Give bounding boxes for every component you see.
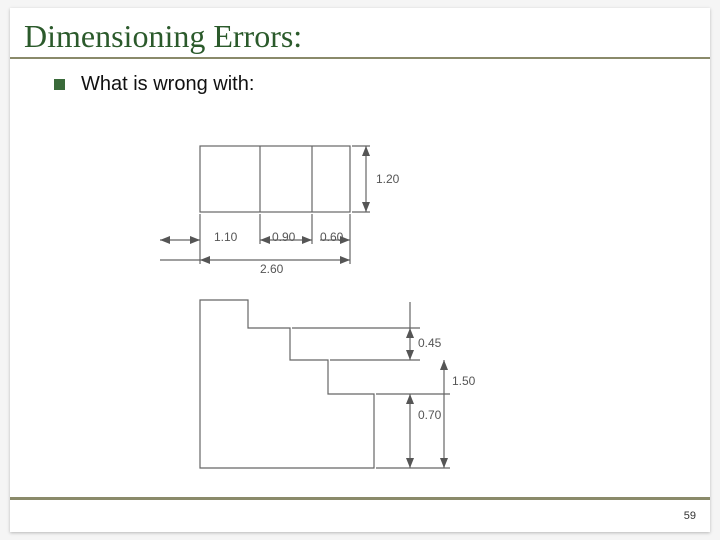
dim-top-height: 1.20 xyxy=(376,172,399,186)
slide: Dimensioning Errors: What is wrong with: xyxy=(10,8,710,532)
dim-seg2: 0.90 xyxy=(272,230,295,244)
bullet-row: What is wrong with: xyxy=(54,73,710,96)
slide-title: Dimensioning Errors: xyxy=(10,8,710,57)
dim-step2: 0.70 xyxy=(418,408,441,422)
bullet-text: What is wrong with: xyxy=(81,73,254,96)
dim-seg3: 0.60 xyxy=(320,230,343,244)
content-area: What is wrong with: xyxy=(10,59,710,96)
technical-drawing: 1.20 1.10 0.90 0.60 2.60 0.45 1.50 0.70 xyxy=(160,142,540,502)
bullet-icon xyxy=(54,79,65,90)
drawing-svg xyxy=(160,142,540,502)
page-number: 59 xyxy=(684,510,696,522)
dim-step1: 0.45 xyxy=(418,336,441,350)
footer-rule xyxy=(10,497,710,500)
dim-step-total: 1.50 xyxy=(452,374,475,388)
dim-total-width: 2.60 xyxy=(260,262,283,276)
dim-seg1: 1.10 xyxy=(214,230,237,244)
